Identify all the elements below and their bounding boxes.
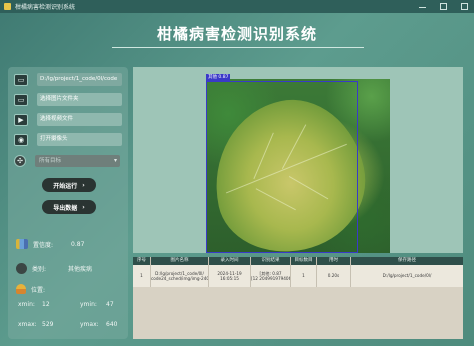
header-save-path: 保存路径 [398, 258, 416, 263]
app-header: 柑橘病害检测识别系统 [0, 13, 474, 63]
start-button-label: 开始运行 [53, 182, 78, 190]
target-select[interactable]: 所有目标 ▾ [35, 155, 120, 167]
export-button-label: 导出数据 [53, 204, 78, 212]
category-label: 类别: [32, 266, 47, 273]
arrow-right-icon: › [82, 181, 85, 189]
header-index: 序号 [133, 257, 151, 265]
results-table: 序号 图片名称 录入时间 识别结果 目标数目 用时 保存路径 1 D:/lg/p… [133, 257, 463, 339]
window-title: 柑橘病害检测识别系统 [15, 4, 76, 11]
ymin-value: 47 [106, 301, 114, 308]
minimize-button[interactable] [419, 3, 426, 8]
cell-index: 1 [133, 265, 151, 287]
open-camera-row[interactable]: ◉ 打开摄像头 [14, 133, 122, 146]
maximize-button[interactable] [440, 3, 447, 10]
cell-duration: 0.20s [317, 265, 351, 287]
ymax-value: 640 [106, 321, 118, 328]
header-image-name: 图片名称 [151, 257, 209, 265]
camera-icon[interactable]: ◉ [14, 133, 28, 146]
start-button[interactable]: 开始运行 › [42, 178, 96, 192]
position-icon [16, 284, 26, 294]
confidence-label: 置信度: [33, 241, 54, 249]
header-duration: 用时 [317, 257, 351, 265]
select-folder-button[interactable]: 选择图片文件夹 [37, 93, 122, 106]
close-button[interactable] [461, 3, 468, 10]
confidence-row: 置信度: 0.87 [16, 239, 84, 249]
target-select-value: 所有目标 [39, 158, 62, 164]
open-camera-button[interactable]: 打开摄像头 [37, 133, 122, 146]
ymin-label: ymin: [80, 301, 97, 308]
select-video-row[interactable]: ▶ 选择视频文件 [14, 113, 122, 126]
category-row: 类别: 其他疾病 [16, 263, 92, 274]
title-divider [112, 47, 364, 48]
select-video-button[interactable]: 选择视频文件 [37, 113, 122, 126]
xmax-label: xmax: [18, 321, 37, 328]
page-title: 柑橘病害检测识别系统 [156, 25, 317, 43]
confidence-value: 0.87 [71, 240, 85, 248]
window-titlebar: 柑橘病害检测识别系统 [0, 0, 474, 13]
cell-image-name: D:/lg/project/1_code/0l/ code24_sched/im… [151, 265, 209, 287]
header-result: 识别结果 [251, 257, 291, 265]
control-panel: ▭ D:/lg/project/1_code/0l/code ▭ 选择图片文件夹… [8, 67, 128, 339]
table-header: 序号 图片名称 录入时间 识别结果 目标数目 用时 保存路径 [133, 257, 463, 265]
ymax-label: ymax: [80, 321, 99, 328]
path-field[interactable]: D:/lg/project/1_code/0l/code [37, 73, 122, 86]
xmin-label: xmin: [18, 301, 35, 308]
position-label: 位置: [31, 286, 46, 294]
folder-icon[interactable]: ▭ [14, 73, 28, 86]
path-row: ▭ D:/lg/project/1_code/0l/code [14, 73, 122, 86]
cell-count: 1 [291, 265, 317, 287]
category-value: 其他疾病 [68, 266, 93, 273]
video-icon[interactable]: ▶ [14, 113, 28, 126]
header-time: 录入时间 [209, 257, 251, 265]
export-button[interactable]: 导出数据 › [42, 200, 96, 214]
folder-icon[interactable]: ▭ [14, 93, 28, 106]
chevron-down-icon: ▾ [113, 157, 117, 164]
app-icon [4, 3, 11, 10]
position-row: 位置: [16, 284, 45, 294]
cell-save-path: D:/lg/project/1_code/0l/ [382, 273, 432, 279]
select-folder-row[interactable]: ▭ 选择图片文件夹 [14, 93, 122, 106]
bar-chart-icon [16, 239, 28, 249]
detection-tag: 其他 0.87 [206, 74, 231, 81]
cell-result: [其他: 0.87 [12 20499197940677... [251, 265, 291, 287]
category-icon [16, 263, 27, 274]
image-display: 其他 0.87 [133, 67, 463, 253]
table-row[interactable]: 1 D:/lg/project/1_code/0l/ code24_sched/… [133, 265, 463, 287]
window-controls [419, 3, 468, 10]
detection-box: 其他 0.87 [206, 74, 358, 253]
cell-time: 2024-11-19 16:05:15 [209, 265, 251, 287]
arrow-right-icon: › [82, 203, 85, 211]
target-select-row: ✣ 所有目标 ▾ [14, 155, 120, 167]
xmax-value: 529 [42, 321, 54, 328]
xmin-value: 12 [42, 301, 50, 308]
target-icon: ✣ [14, 155, 26, 167]
header-count: 目标数目 [291, 257, 317, 265]
